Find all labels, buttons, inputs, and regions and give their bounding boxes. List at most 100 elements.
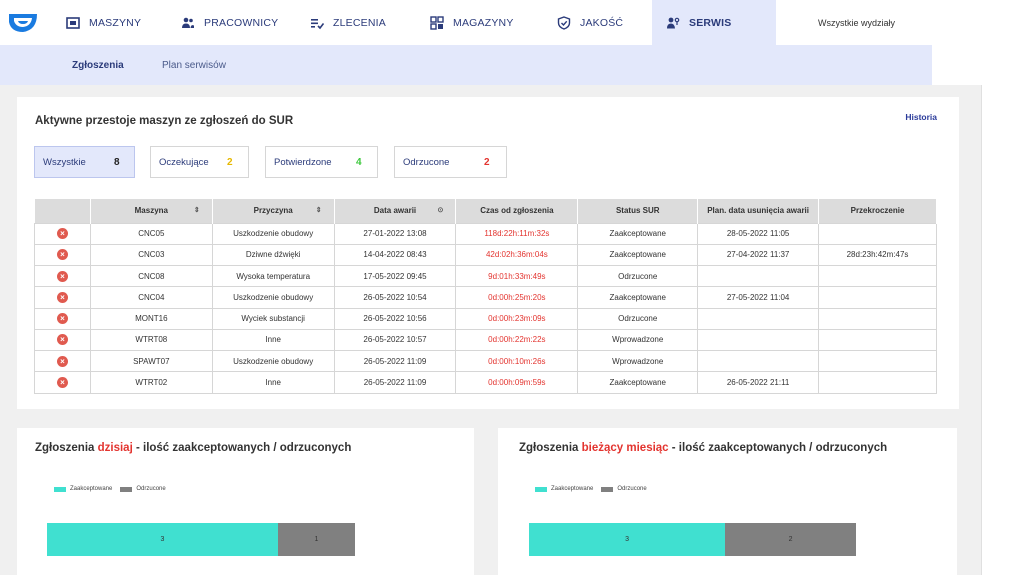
cell-przekroczenie <box>818 328 937 352</box>
cell-przyczyna: Uszkodzenie obudowy <box>211 286 335 309</box>
filter-wszystkie[interactable]: Wszystkie 8 <box>34 146 135 178</box>
column-label: Data awarii <box>373 206 417 216</box>
nav-item-serwis[interactable]: SERWIS <box>652 0 776 45</box>
service-person-icon <box>667 17 680 28</box>
nav-item-jakosc[interactable]: JAKOŚĆ <box>557 0 623 45</box>
bar-segment-rejected[interactable]: 1 <box>278 523 355 556</box>
content-area: Aktywne przestoje maszyn ze zgłoszeń do … <box>0 85 982 575</box>
bar-segment-accepted[interactable]: 3 <box>47 523 278 556</box>
cell-maszyna: CNC03 <box>89 243 213 267</box>
filter-count: 8 <box>114 156 120 168</box>
nav-item-magazyny[interactable]: MAGAZYNY <box>430 0 514 45</box>
nav-item-maszyny[interactable]: MASZYNY <box>66 0 141 45</box>
cell-plan-data: 28-05-2022 11:05 <box>697 222 820 245</box>
filter-label: Potwierdzone <box>274 156 332 168</box>
column-header-czas: Czas od zgłoszenia <box>455 199 579 223</box>
legend-label[interactable]: Odrzucone <box>136 486 165 492</box>
cell-czas-od-zgloszenia: 0d:00h:25m:20s <box>455 286 579 309</box>
table-row[interactable]: × CNC05 Uszkodzenie obudowy 27-01-2022 13:0… <box>34 222 937 245</box>
nav-item-zlecenia[interactable]: ZLECENIA <box>310 0 386 45</box>
column-label: Maszyna <box>134 206 168 216</box>
sub-navigation: Zgłoszenia Plan serwisów <box>0 45 932 85</box>
cell-maszyna: SPAWT07 <box>89 349 213 373</box>
cell-maszyna: WTRT02 <box>89 371 213 394</box>
cell-czas-od-zgloszenia: 0d:00h:23m:09s <box>455 307 579 330</box>
table-row[interactable]: × WTRT08 Inne 26-05-2022 10:57 0d:00h:22m:22… <box>34 328 937 352</box>
close-circle-icon[interactable]: × <box>56 228 68 240</box>
cell-przekroczenie <box>818 286 937 309</box>
tab-plan-serwisow[interactable]: Plan serwisów <box>162 45 226 85</box>
cell-przyczyna: Dziwne dźwięki <box>211 243 335 267</box>
app-logo-icon[interactable] <box>6 8 40 36</box>
column-header-plan-data: Plan. data usunięcia awarii <box>697 199 820 223</box>
close-circle-icon[interactable]: × <box>56 334 68 346</box>
table-row[interactable]: × CNC03 Dziwne dźwięki 14-04-2022 08:43 42d:… <box>34 243 937 267</box>
machine-icon <box>66 16 80 29</box>
column-header-data-awarii[interactable]: Data awarii ⊙ <box>334 199 457 223</box>
grid-icon <box>430 15 444 30</box>
top-navigation: MASZYNY PRACOWNICY ZLECENIA MAGAZYNY JAK… <box>0 0 1024 45</box>
table-header-row: Maszyna ⇕ Przyczyna ⇕ Data awarii ⊙ Czas od… <box>34 199 937 223</box>
table-row[interactable]: × MONT16 Wyciek substancji 26-05-2022 10:56… <box>34 307 937 330</box>
cell-data-awarii: 26-05-2022 10:57 <box>333 328 457 352</box>
filter-odrzucone[interactable]: Odrzucone 2 <box>394 146 507 178</box>
close-circle-icon[interactable]: × <box>56 313 68 325</box>
filter-oczekujace[interactable]: Oczekujące 2 <box>150 146 249 178</box>
table-row[interactable]: × SPAWT07 Uszkodzenie obudowy 26-05-2022 11… <box>34 349 937 373</box>
cell-przekroczenie <box>818 307 937 330</box>
nav-label: PRACOWNICY <box>204 16 279 29</box>
close-circle-icon[interactable]: × <box>56 355 68 367</box>
filter-potwierdzone[interactable]: Potwierdzone 4 <box>265 146 378 178</box>
cell-plan-data: 27-05-2022 11:04 <box>697 286 820 309</box>
row-status-cell: × <box>34 264 91 288</box>
chart-title-prefix: Zgłoszenia <box>519 442 582 454</box>
cell-data-awarii: 14-04-2022 08:43 <box>333 243 457 267</box>
close-circle-icon[interactable]: × <box>56 270 68 282</box>
cell-plan-data <box>697 264 820 288</box>
table-row[interactable]: × CNC04 Uszkodzenie obudowy 26-05-2022 10:5… <box>34 286 937 309</box>
sort-clock-icon[interactable]: ⊙ <box>438 206 444 214</box>
cell-status-sur: Wprowadzone <box>577 349 699 373</box>
close-circle-icon[interactable]: × <box>56 291 68 303</box>
close-circle-icon[interactable]: × <box>56 376 68 388</box>
downtime-title: Aktywne przestoje maszyn ze zgłoszeń do … <box>35 115 294 127</box>
row-status-cell: × <box>34 349 91 373</box>
filter-label: Odrzucone <box>403 156 450 168</box>
department-selector[interactable]: Wszystkie wydziały <box>818 0 895 45</box>
sort-icon[interactable]: ⇕ <box>316 206 322 214</box>
cell-czas-od-zgloszenia: 0d:00h:10m:26s <box>455 349 579 373</box>
cell-przekroczenie <box>818 264 937 288</box>
cell-przekroczenie <box>818 349 937 373</box>
filter-label: Wszystkie <box>43 156 86 168</box>
table-row[interactable]: × CNC08 Wysoka temperatura 17-05-2022 09:45… <box>34 264 937 288</box>
nav-label: ZLECENIA <box>333 16 386 29</box>
chart-title: Zgłoszenia bieżący miesiąc - ilość zaakc… <box>519 442 887 454</box>
bar-segment-rejected[interactable]: 2 <box>725 523 856 556</box>
downtime-card: Aktywne przestoje maszyn ze zgłoszeń do … <box>17 97 959 409</box>
sort-icon[interactable]: ⇕ <box>194 206 200 214</box>
legend-label[interactable]: Odrzucone <box>617 486 646 492</box>
shield-check-icon <box>557 15 571 30</box>
legend-label[interactable]: Zaakceptowane <box>551 486 593 492</box>
tab-zgloszenia[interactable]: Zgłoszenia <box>72 45 124 85</box>
nav-item-pracownicy[interactable]: PRACOWNICY <box>181 0 278 45</box>
filter-count: 2 <box>227 156 233 168</box>
cell-przyczyna: Inne <box>211 328 335 352</box>
row-status-cell: × <box>34 222 91 245</box>
filter-count: 4 <box>356 156 362 168</box>
column-header-status-sur: Status SUR <box>577 199 699 223</box>
cell-data-awarii: 26-05-2022 10:56 <box>333 307 457 330</box>
legend-label[interactable]: Zaakceptowane <box>70 486 112 492</box>
table-row[interactable]: × WTRT02 Inne 26-05-2022 11:09 0d:00h:09m:59… <box>34 371 937 394</box>
cell-status-sur: Zaakceptowane <box>577 286 699 309</box>
cell-plan-data <box>697 349 820 373</box>
column-header-maszyna[interactable]: Maszyna ⇕ <box>90 199 213 223</box>
cell-czas-od-zgloszenia: 0d:00h:22m:22s <box>455 328 579 352</box>
history-link[interactable]: Historia <box>905 112 937 122</box>
column-header-przyczyna[interactable]: Przyczyna ⇕ <box>212 199 335 223</box>
cell-maszyna: MONT16 <box>89 307 213 330</box>
close-circle-icon[interactable]: × <box>56 249 68 261</box>
downtime-table: Maszyna ⇕ Przyczyna ⇕ Data awarii ⊙ Czas od… <box>34 199 937 394</box>
cell-przyczyna: Uszkodzenie obudowy <box>211 349 335 373</box>
bar-segment-accepted[interactable]: 3 <box>529 523 726 556</box>
